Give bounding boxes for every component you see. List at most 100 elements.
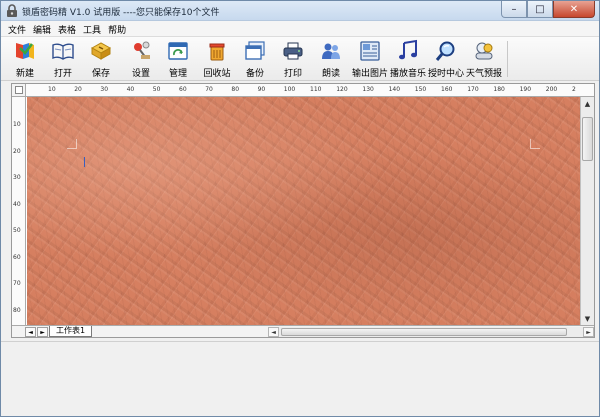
crop-mark-top-left bbox=[67, 139, 77, 149]
play-music-label: 播放音乐 bbox=[390, 69, 427, 79]
title-bar[interactable]: 锁盾密码精 V1.0 试用版 ----您只能保存10个文件 – □ ✕ bbox=[1, 1, 599, 21]
ruler-label: 190 bbox=[519, 86, 532, 93]
select-all-corner[interactable] bbox=[12, 84, 26, 97]
read-aloud-label: 朗读 bbox=[321, 69, 340, 79]
vertical-ruler: 10 20 30 40 50 60 70 80 bbox=[12, 97, 26, 325]
horizontal-ruler: 10 20 30 40 50 60 70 80 90 100 110 120 130 140 150 160 1… bbox=[26, 84, 594, 97]
menu-edit[interactable]: 编辑 bbox=[30, 21, 55, 36]
vertical-scroll-thumb[interactable] bbox=[582, 117, 593, 161]
ruler-label: 120 bbox=[336, 86, 348, 93]
ruler-label: 80 bbox=[231, 86, 240, 93]
recycle-bin-label: 回收站 bbox=[203, 69, 231, 79]
sheet-prev-button[interactable]: ◄ bbox=[25, 327, 36, 337]
ruler-label: 100 bbox=[283, 86, 296, 93]
ruler-label: 150 bbox=[414, 86, 427, 93]
manage-button[interactable]: 管理 bbox=[164, 39, 192, 79]
ruler-label: 80 bbox=[13, 306, 21, 314]
weather-icon bbox=[475, 42, 493, 60]
horizontal-scroll-thumb[interactable] bbox=[281, 328, 567, 336]
backup-button[interactable]: 备份 bbox=[242, 39, 268, 79]
worksheet-canvas[interactable] bbox=[27, 97, 580, 325]
sheet-bar: ◄ ► 工作表1 ◄ ► bbox=[12, 325, 594, 337]
read-aloud-button[interactable]: 朗读 bbox=[318, 39, 344, 79]
menu-file[interactable]: 文件 bbox=[5, 21, 30, 36]
new-button[interactable]: 新建 bbox=[12, 39, 38, 79]
recycle-bin-button[interactable]: 回收站 bbox=[202, 39, 232, 79]
ruler-label: 2 bbox=[572, 86, 576, 93]
scroll-down-button[interactable]: ▼ bbox=[581, 312, 594, 325]
manage-window-icon bbox=[168, 42, 188, 60]
window-title: 锁盾密码精 V1.0 试用版 ----您只能保存10个文件 bbox=[22, 8, 220, 18]
ruler-label: 50 bbox=[13, 227, 21, 234]
maximize-button[interactable]: □ bbox=[527, 1, 553, 18]
horizontal-scrollbar[interactable]: ◄ ► bbox=[268, 327, 594, 337]
ruler-label: 20 bbox=[74, 86, 82, 93]
minimize-button[interactable]: – bbox=[501, 1, 527, 18]
ruler-label: 30 bbox=[13, 174, 21, 181]
text-cursor bbox=[84, 157, 85, 167]
ruler-label: 60 bbox=[13, 253, 21, 261]
scroll-right-button[interactable]: ► bbox=[583, 327, 594, 337]
save-button[interactable]: 保存 bbox=[88, 39, 114, 79]
music-note-icon bbox=[399, 39, 417, 60]
menu-tools[interactable]: 工具 bbox=[80, 21, 105, 36]
open-button[interactable]: 打开 bbox=[50, 39, 76, 79]
toolbar-separator bbox=[507, 41, 508, 77]
recycle-bin-icon bbox=[209, 43, 225, 61]
menu-bar: 文件 编辑 表格 工具 帮助 bbox=[1, 21, 599, 36]
app-window: 锁盾密码精 V1.0 试用版 ----您只能保存10个文件 – □ ✕ 文件 编… bbox=[0, 0, 600, 417]
settings-pin-icon bbox=[134, 41, 150, 59]
worksheet-area: 10 20 30 40 50 60 70 80 90 100 110 120 130 140 150 160 1… bbox=[11, 83, 595, 338]
time-center-label: 授时中心 bbox=[428, 69, 465, 79]
magnifier-icon bbox=[435, 41, 455, 61]
sheet-next-button[interactable]: ► bbox=[37, 327, 48, 337]
scroll-left-button[interactable]: ◄ bbox=[268, 327, 279, 337]
ruler-label: 160 bbox=[441, 86, 453, 93]
export-image-button[interactable]: 输出图片 bbox=[350, 39, 390, 79]
weather-label: 天气预报 bbox=[466, 69, 503, 79]
time-center-button[interactable]: 授时中心 bbox=[428, 39, 464, 79]
open-book-icon bbox=[52, 43, 74, 60]
ruler-label: 170 bbox=[467, 86, 479, 93]
ruler-label: 30 bbox=[100, 86, 109, 93]
ruler-label: 40 bbox=[126, 86, 135, 93]
print-button[interactable]: 打印 bbox=[280, 39, 306, 79]
manage-label: 管理 bbox=[168, 69, 187, 79]
ruler-label: 40 bbox=[13, 200, 21, 208]
ruler-label: 110 bbox=[310, 86, 322, 93]
menu-help[interactable]: 帮助 bbox=[105, 21, 130, 36]
scroll-up-button[interactable]: ▲ bbox=[581, 97, 594, 110]
ruler-label: 70 bbox=[13, 280, 21, 287]
ruler-label: 60 bbox=[179, 86, 187, 93]
ruler-label: 90 bbox=[257, 86, 266, 93]
ruler-label: 130 bbox=[362, 86, 374, 93]
open-label: 打开 bbox=[53, 69, 72, 79]
export-image-icon bbox=[360, 41, 380, 61]
vertical-scrollbar[interactable]: ▲ ▼ bbox=[580, 97, 594, 325]
backup-label: 备份 bbox=[245, 69, 264, 79]
settings-label: 设置 bbox=[131, 69, 150, 79]
backup-window-icon bbox=[245, 41, 265, 60]
save-label: 保存 bbox=[91, 69, 110, 79]
ruler-label: 140 bbox=[388, 86, 401, 93]
ruler-label: 200 bbox=[545, 86, 558, 93]
menu-table[interactable]: 表格 bbox=[55, 21, 80, 36]
weather-button[interactable]: 天气预报 bbox=[466, 39, 502, 79]
new-label: 新建 bbox=[15, 69, 34, 79]
ruler-label: 20 bbox=[13, 147, 21, 155]
ruler-label: 10 bbox=[13, 121, 21, 128]
play-music-button[interactable]: 播放音乐 bbox=[390, 39, 426, 79]
users-read-icon bbox=[322, 43, 340, 59]
ruler-label: 70 bbox=[205, 86, 213, 93]
crop-mark-top-right bbox=[530, 139, 540, 149]
settings-button[interactable]: 设置 bbox=[128, 39, 154, 79]
close-button[interactable]: ✕ bbox=[553, 1, 595, 18]
ruler-label: 180 bbox=[493, 86, 505, 93]
sheet-tab-1[interactable]: 工作表1 bbox=[49, 326, 93, 337]
save-icon bbox=[90, 42, 112, 60]
select-all-box bbox=[15, 86, 23, 94]
export-image-label: 输出图片 bbox=[351, 69, 388, 79]
new-icon bbox=[16, 43, 34, 59]
app-lock-icon bbox=[7, 4, 17, 17]
status-area bbox=[1, 341, 599, 416]
